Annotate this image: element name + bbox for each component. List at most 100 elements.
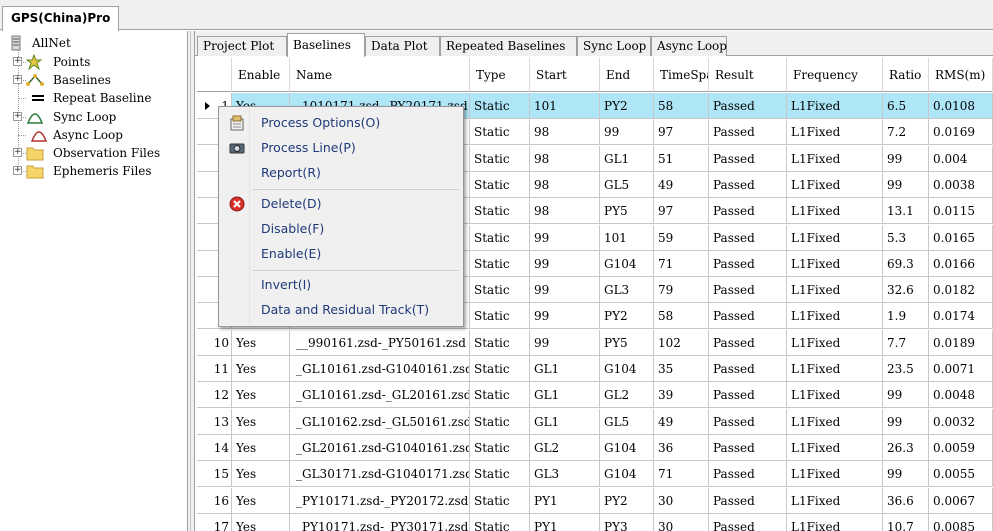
cell-type[interactable]: Static	[470, 513, 530, 531]
cell-start[interactable]: 101	[530, 93, 600, 119]
pane-splitter[interactable]	[187, 31, 195, 531]
cell-type[interactable]: Static	[470, 250, 530, 277]
cell-enable[interactable]: Yes	[232, 434, 290, 461]
cell-end[interactable]: G104	[600, 356, 654, 382]
cell-rms[interactable]: 0.0182	[929, 277, 993, 304]
cell-start[interactable]: GL1	[530, 356, 600, 382]
cell-result[interactable]: Passed	[709, 277, 787, 304]
cell-type[interactable]: Static	[470, 198, 530, 225]
cell-start[interactable]: GL1	[530, 408, 600, 435]
cell-start[interactable]: 98	[530, 171, 600, 198]
cell-result[interactable]: Passed	[709, 329, 787, 356]
cell-end[interactable]: GL5	[600, 171, 654, 198]
cell-result[interactable]: Passed	[709, 224, 787, 251]
cell-name[interactable]: _PY10171.zsd-_PY20172.zsd	[290, 487, 470, 514]
table-row[interactable]: 10 Yes __990161.zsd-_PY50161.zsd Static 99 PY…	[197, 329, 993, 356]
cell-type[interactable]: Static	[470, 461, 530, 488]
column-header-enable[interactable]: Enable	[232, 58, 290, 92]
cell-end[interactable]: G104	[600, 250, 654, 277]
cell-rms[interactable]: 0.004	[929, 145, 993, 172]
cell-rms[interactable]: 0.0189	[929, 329, 993, 356]
cell-frequency[interactable]: L1Fixed	[787, 382, 883, 409]
cell-ratio[interactable]: 99	[883, 382, 929, 409]
cell-rms[interactable]: 0.0059	[929, 434, 993, 461]
column-header-frequency[interactable]: Frequency	[787, 58, 883, 92]
column-header-result[interactable]: Result	[709, 58, 787, 92]
tab-project-plot[interactable]: Project Plot	[197, 36, 287, 56]
cell-ratio[interactable]: 99	[883, 408, 929, 435]
cell-ratio[interactable]: 7.2	[883, 119, 929, 146]
cell-type[interactable]: Static	[470, 303, 530, 330]
cell-rms[interactable]: 0.0048	[929, 382, 993, 409]
cell-ratio[interactable]: 1.9	[883, 303, 929, 330]
row-header[interactable]: 10	[197, 329, 232, 356]
cell-timespan[interactable]: 30	[654, 487, 709, 514]
cell-result[interactable]: Passed	[709, 198, 787, 225]
tree-node-points[interactable]: + Points	[0, 53, 185, 71]
cell-end[interactable]: PY3	[600, 513, 654, 531]
cell-start[interactable]: PY1	[530, 513, 600, 531]
cell-frequency[interactable]: L1Fixed	[787, 224, 883, 251]
cell-ratio[interactable]: 99	[883, 145, 929, 172]
cell-timespan[interactable]: 79	[654, 277, 709, 304]
cell-rms[interactable]: 0.0038	[929, 171, 993, 198]
cell-ratio[interactable]: 32.6	[883, 277, 929, 304]
cell-rms[interactable]: 0.0108	[929, 93, 993, 119]
row-header[interactable]: 15	[197, 461, 232, 488]
cell-type[interactable]: Static	[470, 277, 530, 304]
cell-enable[interactable]: Yes	[232, 356, 290, 382]
cell-result[interactable]: Passed	[709, 434, 787, 461]
cell-frequency[interactable]: L1Fixed	[787, 513, 883, 531]
cell-result[interactable]: Passed	[709, 250, 787, 277]
cell-end[interactable]: PY2	[600, 303, 654, 330]
cell-ratio[interactable]: 10.7	[883, 513, 929, 531]
cell-frequency[interactable]: L1Fixed	[787, 329, 883, 356]
cell-name[interactable]: _GL10161.zsd-G1040161.zsd	[290, 356, 470, 382]
cell-start[interactable]: 98	[530, 145, 600, 172]
cell-rms[interactable]: 0.0085	[929, 513, 993, 531]
cell-start[interactable]: 99	[530, 224, 600, 251]
cell-enable[interactable]: Yes	[232, 408, 290, 435]
cell-frequency[interactable]: L1Fixed	[787, 171, 883, 198]
cell-timespan[interactable]: 51	[654, 145, 709, 172]
cell-name[interactable]: _GL20161.zsd-G1040161.zsd	[290, 434, 470, 461]
cell-start[interactable]: 99	[530, 329, 600, 356]
cell-enable[interactable]: Yes	[232, 487, 290, 514]
cell-name[interactable]: _GL30171.zsd-G1040171.zsd	[290, 461, 470, 488]
cell-frequency[interactable]: L1Fixed	[787, 356, 883, 382]
cell-result[interactable]: Passed	[709, 382, 787, 409]
tab-repeated-baselines[interactable]: Repeated Baselines	[440, 36, 577, 56]
cell-enable[interactable]: Yes	[232, 461, 290, 488]
cell-end[interactable]: PY5	[600, 198, 654, 225]
column-header-type[interactable]: Type	[470, 58, 530, 92]
cell-timespan[interactable]: 30	[654, 513, 709, 531]
cell-start[interactable]: 99	[530, 277, 600, 304]
tree-node-observation-files[interactable]: + Observation Files	[0, 144, 185, 162]
cell-end[interactable]: GL2	[600, 382, 654, 409]
cell-frequency[interactable]: L1Fixed	[787, 434, 883, 461]
cell-start[interactable]: GL3	[530, 461, 600, 488]
cell-end[interactable]: PY2	[600, 93, 654, 119]
cell-end[interactable]: GL3	[600, 277, 654, 304]
cell-timespan[interactable]: 36	[654, 434, 709, 461]
cell-name[interactable]: _PY10171.zsd-_PY30171.zsd	[290, 513, 470, 531]
cell-start[interactable]: 99	[530, 303, 600, 330]
cell-ratio[interactable]: 6.5	[883, 93, 929, 119]
cell-frequency[interactable]: L1Fixed	[787, 145, 883, 172]
row-header[interactable]: 13	[197, 408, 232, 435]
cell-timespan[interactable]: 35	[654, 356, 709, 382]
tab-sync-loop[interactable]: Sync Loop	[577, 36, 651, 56]
cell-result[interactable]: Passed	[709, 171, 787, 198]
cell-ratio[interactable]: 23.5	[883, 356, 929, 382]
cell-type[interactable]: Static	[470, 145, 530, 172]
cell-name[interactable]: _GL10161.zsd-_GL20161.zsd	[290, 382, 470, 409]
cell-ratio[interactable]: 5.3	[883, 224, 929, 251]
row-header[interactable]: 14	[197, 434, 232, 461]
cell-type[interactable]: Static	[470, 408, 530, 435]
cell-frequency[interactable]: L1Fixed	[787, 250, 883, 277]
cell-type[interactable]: Static	[470, 434, 530, 461]
menu-item-report[interactable]: Report(R)	[221, 162, 461, 184]
cell-rms[interactable]: 0.0115	[929, 198, 993, 225]
cell-start[interactable]: GL2	[530, 434, 600, 461]
cell-type[interactable]: Static	[470, 356, 530, 382]
